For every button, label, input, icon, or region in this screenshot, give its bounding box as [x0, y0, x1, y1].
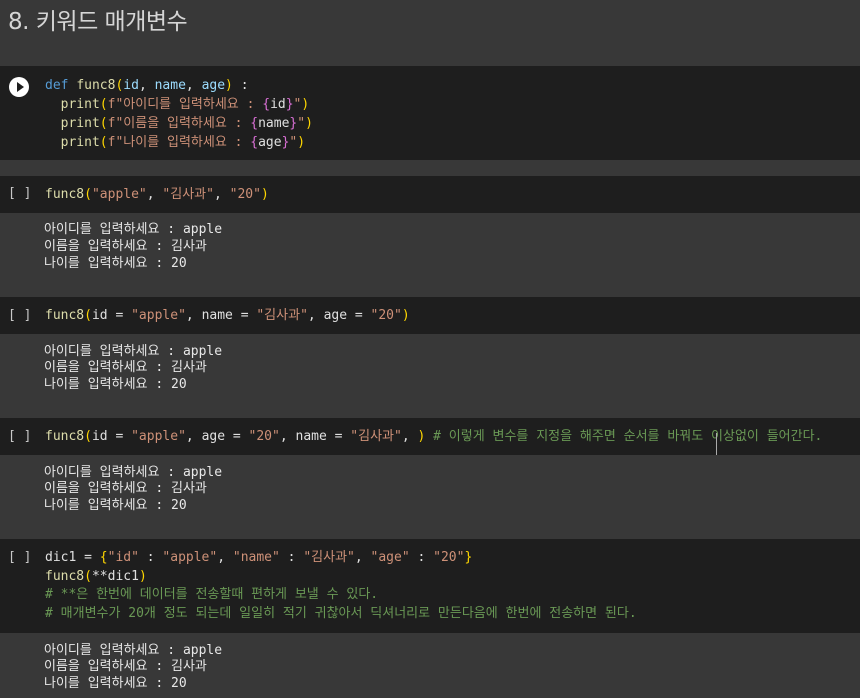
output-line: 아이디를 입력하세요 : apple [44, 344, 223, 359]
text-cursor [716, 433, 717, 455]
code-line: func8(**dic1) [45, 569, 147, 584]
output-cell: 아이디를 입력하세요 : apple 이름을 입력하세요 : 김사과 나이를 입… [0, 334, 860, 416]
section-heading-text: 8. 키워드 매개변수 [8, 9, 188, 35]
output-cell: 아이디를 입력하세요 : apple 이름을 입력하세요 : 김사과 나이를 입… [0, 633, 860, 698]
section-heading: 8. 키워드 매개변수 [0, 0, 860, 48]
output-line: 아이디를 입력하세요 : apple [44, 643, 223, 658]
code-comment: # 매개변수가 20개 정도 되는데 일일히 적기 귀찮아서 딕셔너리로 만든다… [45, 606, 637, 621]
cell-execution-count: [ ] [8, 186, 32, 201]
code-cell-positional[interactable]: [ ] func8("apple", "김사과", "20") [0, 176, 860, 213]
cell-execution-count: [ ] [8, 550, 32, 565]
output-line: 이름을 입력하세요 : 김사과 [44, 360, 207, 375]
output-line: 이름을 입력하세요 : 김사과 [44, 659, 207, 674]
code-cell-def[interactable]: def func8(id, name, age) : print(f"아이디를 … [0, 66, 860, 160]
code-cell-keyword[interactable]: [ ] func8(id = "apple", name = "김사과", ag… [0, 297, 860, 334]
code-line: print(f"아이디를 입력하세요 : {id}") [60, 97, 310, 112]
output-line: 이름을 입력하세요 : 김사과 [44, 481, 207, 496]
output-line: 나이를 입력하세요 : 20 [44, 256, 187, 271]
output-line: 나이를 입력하세요 : 20 [44, 676, 187, 691]
output-line: 나이를 입력하세요 : 20 [44, 377, 187, 392]
output-line: 아이디를 입력하세요 : apple [44, 222, 223, 237]
code-line: dic1 = {"id" : "apple", "name" : "김사과", … [45, 550, 473, 565]
run-cell-icon[interactable] [9, 77, 29, 97]
code-line: print(f"이름을 입력하세요 : {name}") [60, 116, 313, 131]
cell-execution-count: [ ] [8, 308, 32, 323]
code-line: func8(id = "apple", name = "김사과", age = … [45, 308, 410, 323]
output-cell: 아이디를 입력하세요 : apple 이름을 입력하세요 : 김사과 나이를 입… [0, 213, 860, 295]
output-line: 이름을 입력하세요 : 김사과 [44, 239, 207, 254]
output-line: 나이를 입력하세요 : 20 [44, 498, 187, 513]
cell-execution-count: [ ] [8, 429, 32, 444]
output-cell: 아이디를 입력하세요 : apple 이름을 입력하세요 : 김사과 나이를 입… [0, 455, 860, 537]
code-comment: # **은 한번에 데이터를 전송할때 편하게 보낼 수 있다. [45, 587, 379, 602]
code-cell-dict-unpack[interactable]: [ ] dic1 = {"id" : "apple", "name" : "김사… [0, 539, 860, 633]
code-line: def func8(id, name, age) : [45, 78, 249, 93]
code-line: func8(id = "apple", age = "20", name = "… [45, 429, 823, 444]
code-line: print(f"나이를 입력하세요 : {age}") [60, 135, 306, 150]
code-line: func8("apple", "김사과", "20") [45, 187, 269, 202]
output-line: 아이디를 입력하세요 : apple [44, 465, 223, 480]
code-cell-keyword-reordered[interactable]: [ ] func8(id = "apple", age = "20", name… [0, 418, 860, 455]
